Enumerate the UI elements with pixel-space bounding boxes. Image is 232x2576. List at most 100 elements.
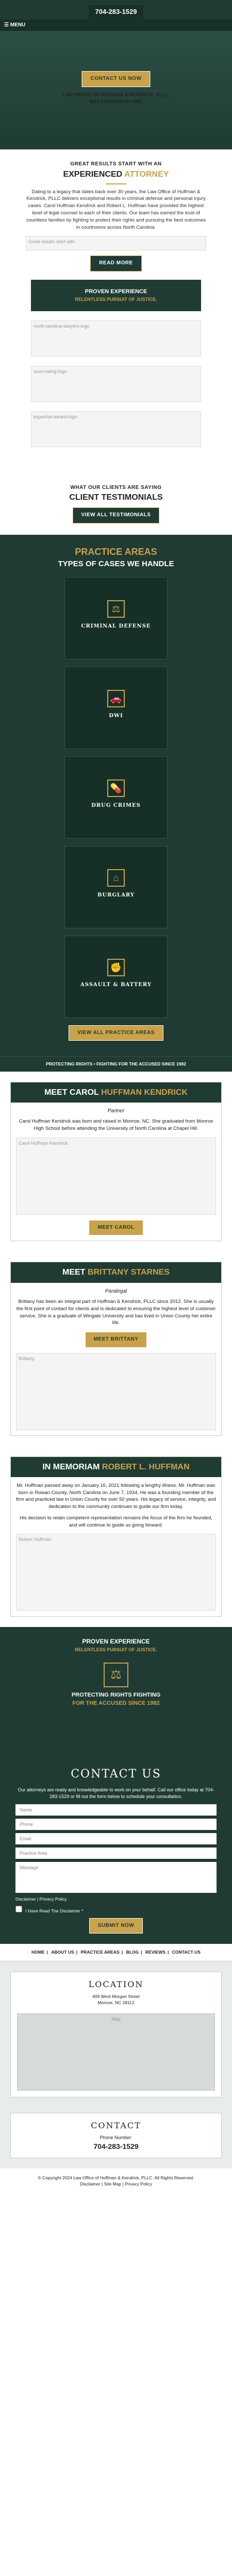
north-carolina-lawyers-badge: north-carolina-lawyers-logo (31, 320, 201, 357)
reviews-section: WHAT OUR CLIENTS ARE SAYING CLIENT TESTI… (0, 467, 232, 535)
practice-title: PRACTICE AREAS (75, 546, 157, 557)
attorney-bio: Carol Huffman Kendrick was born and rais… (19, 1118, 213, 1132)
practice-area-label: CRIMINAL DEFENSE (81, 623, 151, 629)
memoriam-photo: Robert Huffman (16, 1534, 216, 1612)
car-icon: 🚗 (107, 689, 125, 707)
footer-nav: HOME | ABOUT US | PRACTICE AREAS | BLOG | RE… (0, 1944, 232, 1961)
contact-title: CONTACT US (71, 1768, 161, 1781)
memoriam-heading-1: IN MEMORIAM (42, 1462, 100, 1471)
fist-icon: ✊ (107, 958, 125, 976)
submit-button[interactable]: SUBMIT NOW (89, 1918, 143, 1934)
meet-carol-button[interactable]: MEET CAROL (89, 1219, 143, 1236)
divider (106, 183, 126, 184)
attorney-heading: MEET BRITTANY STARNES (11, 1262, 221, 1283)
practice-area-label: BURGLARY (97, 892, 135, 898)
footer-nav-about[interactable]: ABOUT US (51, 1950, 74, 1955)
proven-banner: PROVEN EXPERIENCE RELENTLESS PURSUIT OF … (0, 1627, 232, 1756)
location-address-2: Monroe, NC 28112 (97, 2000, 135, 2006)
proven-banner-title: PROVEN EXPERIENCE (82, 1638, 150, 1646)
disclaimer-links[interactable]: Disclaimer | Privacy Policy (15, 1896, 217, 1902)
attorney-card: MEET BRITTANY STARNES Paralegal Brittany… (10, 1262, 222, 1436)
legal-links[interactable]: Disclaimer | Site Map | Privacy Policy (10, 2181, 222, 2187)
contact-us-now-button[interactable]: CONTACT US NOW (81, 71, 151, 87)
footer-nav-reviews[interactable]: REVIEWS (145, 1950, 165, 1955)
view-all-practice-areas-button[interactable]: VIEW ALL PRACTICE AREAS (68, 1025, 164, 1041)
practice-area-assault-battery[interactable]: ✊ ASSAULT & BATTERY (64, 935, 168, 1018)
reviews-heading: CLIENT TESTIMONIALS (69, 493, 163, 502)
slogan-bar: PROTECTING RIGHTS • FIGHTING FOR THE ACC… (0, 1056, 232, 1072)
copyright: © Copyright 2024 Law Office of Huffman &… (0, 2168, 232, 2198)
practice-area-dwi[interactable]: 🚗 DWI (64, 666, 168, 749)
proven-title: PROVEN EXPERIENCE (85, 288, 147, 295)
hero-caption: LAW OFFICE OF HUFFMAN & KENDRICK, PLLC, … (62, 92, 170, 105)
practice-area-label: DRUG CRIMES (91, 802, 141, 808)
intro-heading-1: EXPERIENCED (63, 170, 123, 179)
proven-banner-line-2: FOR THE ACCUSED SINCE 1982 (72, 1700, 160, 1706)
attorney-brittany: MEET BRITTANY STARNES Paralegal Brittany… (0, 1251, 232, 1446)
contact-phone-label: Phone Number: (100, 2134, 132, 2140)
header-phone[interactable]: 704-283-1529 (89, 5, 143, 19)
attorney-photo: Brittany (16, 1352, 216, 1430)
contact-box: CONTACT Phone Number: 704-283-1529 (10, 2112, 222, 2159)
practice-area-label: ASSAULT & BATTERY (80, 981, 152, 988)
proven-banner-subtitle: RELENTLESS PURSUIT OF JUSTICE. (75, 1647, 157, 1652)
memoriam-card: IN MEMORIAM ROBERT L. HUFFMAN Mr. Huffma… (10, 1456, 222, 1617)
location-address-1: 409 West Morgan Street (92, 1993, 140, 1999)
practice-area-drug-crimes[interactable]: 💊 DRUG CRIMES (64, 756, 168, 839)
intro-kicker: GREAT RESULTS START WITH AN (70, 161, 162, 167)
top-bar: 704-283-1529 ☰ MENU (0, 0, 232, 31)
disclaimer-checkbox[interactable]: I Have Read The Disclaimer * (15, 1905, 217, 1914)
avvo-rating-badge: avvo-rating-logo (31, 365, 201, 402)
practice-subtitle: TYPES OF CASES WE HANDLE (58, 560, 174, 569)
view-all-testimonials-button[interactable]: VIEW ALL TESTIMONIALS (72, 507, 160, 523)
contact-form-section: CONTACT US Our attorneys are ready and k… (0, 1756, 232, 1944)
memoriam-text: Mr. Huffman passed away on January 16, 2… (16, 1482, 216, 1510)
intro-section: GREAT RESULTS START WITH AN EXPERIENCED … (0, 149, 232, 468)
location-title: LOCATION (88, 1979, 144, 1989)
message-field[interactable]: Message (15, 1862, 217, 1893)
attorney-title: Paralegal (105, 1288, 127, 1294)
practice-areas-section: PRACTICE AREAS TYPES OF CASES WE HANDLE … (0, 534, 232, 1057)
scales-icon: ⚖ (107, 600, 125, 618)
footer-nav-blog[interactable]: BLOG (126, 1950, 139, 1955)
footer-nav-contact[interactable]: CONTACT US (172, 1950, 201, 1955)
results-image: Great results start with (26, 236, 206, 251)
read-more-button[interactable]: READ MORE (90, 256, 142, 272)
intro-text: Dating to a legacy that dates back over … (26, 189, 206, 230)
attorney-heading: MEET CAROL HUFFMAN KENDRICK (11, 1082, 221, 1103)
practice-area-burglary[interactable]: ⌂ BURGLARY (64, 845, 168, 928)
attorney-heading-2: BRITTANY STARNES (87, 1268, 170, 1277)
copyright-line: © Copyright 2024 Law Office of Huffman &… (38, 2175, 194, 2181)
contact-phone-number[interactable]: 704-283-1529 (17, 2141, 215, 2151)
footer-nav-home[interactable]: HOME (31, 1950, 45, 1955)
house-icon: ⌂ (107, 869, 125, 887)
practice-area-select[interactable]: Practice Area (15, 1848, 217, 1859)
disclaimer-check-input[interactable] (15, 1905, 22, 1912)
menu-toggle[interactable]: ☰ MENU (0, 20, 232, 31)
location-section: LOCATION 409 West Morgan Street Monroe, … (0, 1961, 232, 2108)
attorney-heading-1: MEET (62, 1268, 86, 1277)
footer-nav-practice-areas[interactable]: PRACTICE AREAS (81, 1950, 120, 1955)
expertise-award-badge: expertise-award-logo (31, 411, 201, 447)
contact-box-title: CONTACT (91, 2120, 141, 2130)
name-field[interactable]: Name (15, 1804, 217, 1816)
pill-icon: 💊 (107, 779, 125, 797)
menu-label: MENU (10, 22, 26, 28)
meet-brittany-button[interactable]: MEET BRITTANY (85, 1332, 147, 1348)
proven-subtitle: RELENTLESS PURSUIT OF JUSTICE. (75, 296, 157, 302)
attorney-card: MEET CAROL HUFFMAN KENDRICK Partner Caro… (10, 1081, 222, 1242)
attorney-carol: MEET CAROL HUFFMAN KENDRICK Partner Caro… (0, 1072, 232, 1252)
location-map[interactable]: Map (17, 2013, 215, 2091)
attorney-photo: Carol Huffman Kendrick (16, 1137, 216, 1215)
reviews-kicker: WHAT OUR CLIENTS ARE SAYING (70, 484, 162, 490)
attorney-heading-1: MEET CAROL (44, 1088, 99, 1097)
location-box: LOCATION 409 West Morgan Street Monroe, … (10, 1971, 222, 2097)
contact-text: Our attorneys are ready and knowledgeabl… (18, 1787, 214, 1800)
phone-field[interactable]: Phone (15, 1819, 217, 1831)
attorney-bio: Brittany has been an integral part of Hu… (16, 1299, 216, 1326)
email-field[interactable]: Email (15, 1833, 217, 1845)
practice-area-criminal-defense[interactable]: ⚖ CRIMINAL DEFENSE (64, 577, 168, 659)
disclaimer-check-label: I Have Read The Disclaimer * (25, 1908, 84, 1913)
memoriam-heading: IN MEMORIAM ROBERT L. HUFFMAN (11, 1456, 221, 1477)
practice-area-label: DWI (109, 713, 123, 719)
